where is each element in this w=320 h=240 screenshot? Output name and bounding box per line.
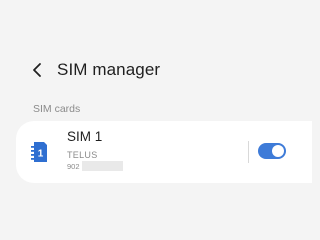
sim-manager-screen: SIM manager SIM cards 1 SIM 1 TELUS 902	[0, 0, 312, 232]
sim-number-prefix: 902	[67, 162, 80, 171]
sim-card-panel: 1 SIM 1 TELUS 902	[16, 121, 312, 183]
sim-card-icon: 1	[30, 141, 48, 163]
toggle-knob	[272, 145, 284, 157]
sim-1-row[interactable]: 1 SIM 1 TELUS 902	[16, 121, 248, 183]
page-title: SIM manager	[57, 60, 161, 79]
back-button[interactable]	[24, 56, 52, 84]
sim-carrier: TELUS	[67, 150, 98, 160]
sim-name: SIM 1	[67, 129, 103, 144]
divider	[248, 141, 249, 163]
chevron-left-icon	[33, 63, 41, 77]
app-header: SIM manager	[0, 52, 307, 88]
sim-1-toggle[interactable]	[258, 143, 286, 159]
section-label-sim-cards: SIM cards	[33, 103, 81, 115]
sim-icon-number: 1	[38, 149, 44, 160]
phone-number-redaction	[82, 161, 123, 171]
